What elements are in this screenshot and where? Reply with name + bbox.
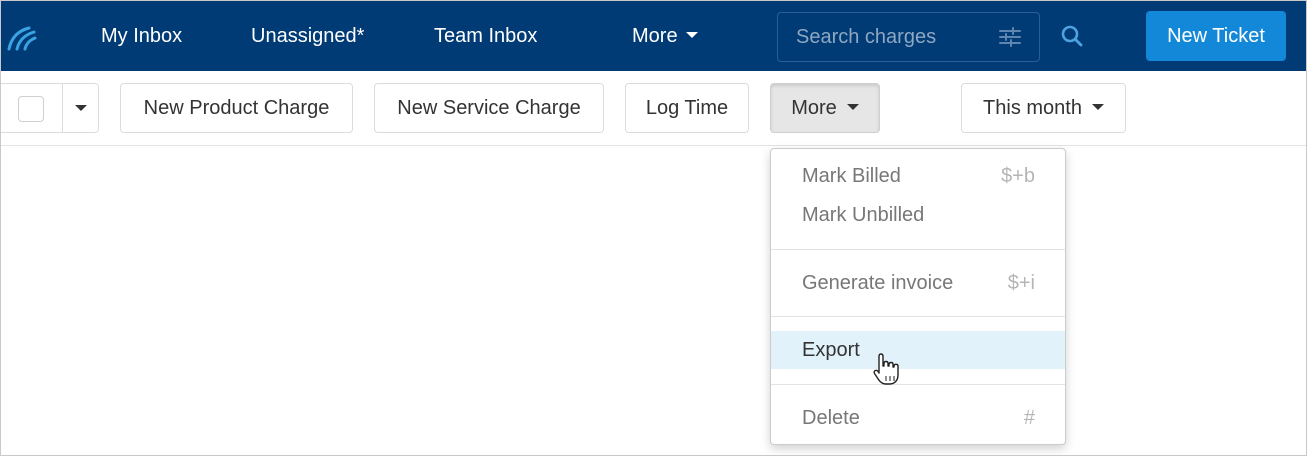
chevron-down-icon bbox=[1091, 104, 1104, 110]
new-service-charge-button[interactable]: New Service Charge bbox=[374, 83, 604, 133]
nav-team-inbox[interactable]: Team Inbox bbox=[434, 25, 537, 48]
app-logo-icon[interactable] bbox=[7, 25, 37, 51]
menu-item-shortcut: # bbox=[1023, 407, 1035, 429]
search-input[interactable] bbox=[778, 13, 988, 61]
search-icon[interactable] bbox=[1060, 24, 1084, 48]
menu-item-label: Mark Billed bbox=[802, 165, 901, 187]
menu-item-label: Delete bbox=[802, 407, 860, 429]
nav-my-inbox-label: My Inbox bbox=[101, 25, 183, 47]
app-window: My Inbox Unassigned* Team Inbox More New… bbox=[0, 0, 1307, 456]
menu-item-generate-invoice[interactable]: Generate invoice $+i bbox=[771, 264, 1065, 302]
menu-item-mark-billed[interactable]: Mark Billed $+b bbox=[771, 157, 1065, 195]
hand-cursor-icon bbox=[873, 353, 899, 385]
menu-divider bbox=[771, 249, 1065, 250]
menu-divider bbox=[771, 384, 1065, 385]
chevron-down-icon bbox=[685, 32, 698, 38]
nav-unassigned[interactable]: Unassigned* bbox=[251, 25, 364, 48]
more-actions-label: More bbox=[791, 97, 837, 119]
select-all-checkbox[interactable] bbox=[18, 96, 44, 122]
menu-item-label: Export bbox=[802, 339, 860, 361]
log-time-button[interactable]: Log Time bbox=[625, 83, 749, 133]
chevron-down-icon bbox=[846, 104, 859, 110]
top-navbar: My Inbox Unassigned* Team Inbox More New… bbox=[1, 1, 1306, 71]
date-range-label: This month bbox=[983, 97, 1082, 119]
nav-more-dropdown[interactable]: More bbox=[632, 25, 698, 48]
chevron-down-icon bbox=[75, 105, 87, 111]
select-options-dropdown[interactable] bbox=[63, 84, 99, 132]
new-product-charge-button[interactable]: New Product Charge bbox=[120, 83, 353, 133]
nav-my-inbox[interactable]: My Inbox bbox=[101, 25, 182, 48]
menu-item-delete[interactable]: Delete # bbox=[771, 399, 1065, 437]
nav-team-inbox-label: Team Inbox bbox=[434, 25, 538, 47]
menu-item-label: Mark Unbilled bbox=[802, 204, 925, 226]
new-ticket-button[interactable]: New Ticket bbox=[1146, 11, 1286, 61]
date-range-dropdown[interactable]: This month bbox=[961, 83, 1126, 133]
search-box bbox=[777, 12, 1040, 62]
bulk-select-group bbox=[1, 83, 99, 133]
menu-divider bbox=[771, 316, 1065, 317]
menu-item-shortcut: $+i bbox=[1007, 272, 1035, 294]
sliders-icon[interactable] bbox=[999, 27, 1021, 47]
menu-item-export[interactable]: Export bbox=[771, 331, 1065, 369]
menu-item-shortcut: $+b bbox=[1001, 165, 1035, 187]
nav-more-label: More bbox=[632, 25, 678, 47]
menu-item-mark-unbilled[interactable]: Mark Unbilled bbox=[771, 196, 1065, 234]
nav-unassigned-label: Unassigned* bbox=[251, 25, 365, 47]
more-actions-button[interactable]: More bbox=[770, 83, 880, 133]
more-actions-menu: Mark Billed $+b Mark Unbilled Generate i… bbox=[770, 148, 1066, 445]
charges-toolbar: New Product Charge New Service Charge Lo… bbox=[1, 71, 1306, 146]
menu-item-label: Generate invoice bbox=[802, 272, 954, 294]
